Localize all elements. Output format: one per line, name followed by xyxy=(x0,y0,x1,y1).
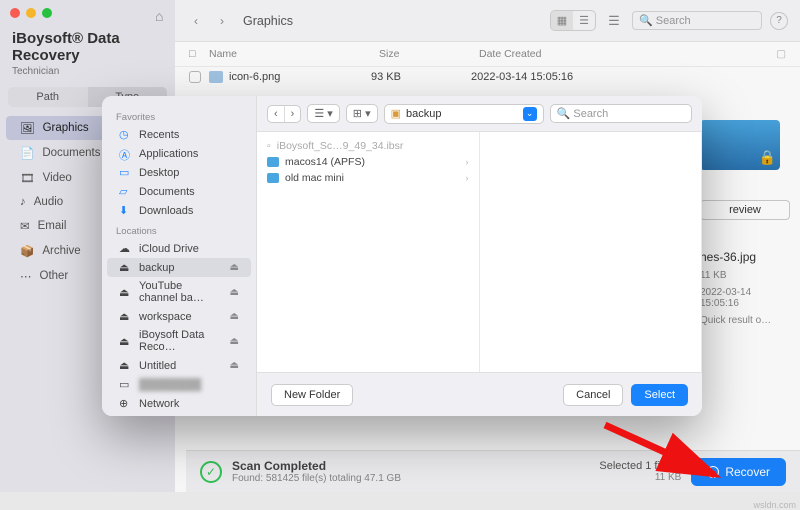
favorites-heading: Favorites xyxy=(102,106,256,125)
cancel-button[interactable]: Cancel xyxy=(563,384,623,406)
eject-icon[interactable]: ⏏ xyxy=(230,262,239,273)
browser-column xyxy=(480,132,703,372)
sidebar-item-downloads[interactable]: ⬇Downloads xyxy=(107,201,251,220)
drive-icon: ⏏ xyxy=(119,335,132,348)
drive-icon: ⏏ xyxy=(119,286,132,299)
location-dropdown[interactable]: ▣ backup ⌄ xyxy=(384,104,544,124)
sidebar-item-documents[interactable]: ▱Documents xyxy=(107,182,251,201)
sidebar-item-network[interactable]: ⊕Network xyxy=(107,394,251,413)
sidebar-item-applications[interactable]: ⒶApplications xyxy=(107,144,251,163)
file-icon: ▫ xyxy=(267,140,271,152)
dialog-sidebar: Favorites ◷Recents ⒶApplications ▭Deskto… xyxy=(102,96,257,416)
back-icon[interactable]: ‹ xyxy=(268,106,285,122)
eject-icon[interactable]: ⏏ xyxy=(230,287,239,298)
save-dialog: Favorites ◷Recents ⒶApplications ▭Deskto… xyxy=(102,96,702,416)
column-browser: ▫iBoysoft_Sc…9_49_34.ibsr macos14 (APFS)… xyxy=(257,132,702,372)
watermark: wsldn.com xyxy=(753,500,796,510)
sidebar-item-workspace[interactable]: ⏏workspace⏏ xyxy=(107,307,251,326)
drive-icon: ⏏ xyxy=(119,359,132,372)
nav-buttons[interactable]: ‹› xyxy=(267,105,301,123)
list-item[interactable]: ▫iBoysoft_Sc…9_49_34.ibsr xyxy=(257,138,479,154)
sidebar-item-blurred[interactable]: ▭████████ xyxy=(107,375,251,394)
desktop-icon: ▭ xyxy=(119,166,132,179)
new-folder-button[interactable]: New Folder xyxy=(271,384,353,406)
screen-icon: ▭ xyxy=(119,378,132,391)
grid-icon[interactable]: ⊞ ▾ xyxy=(347,105,377,122)
folder-icon: ▣ xyxy=(391,107,401,120)
locations-heading: Locations xyxy=(102,220,256,239)
apps-icon: Ⓐ xyxy=(119,147,132,160)
group-mode[interactable]: ⊞ ▾ xyxy=(346,104,378,123)
select-button[interactable]: Select xyxy=(631,384,688,406)
columns-icon[interactable]: ☰ ▾ xyxy=(308,105,338,122)
sidebar-item-iboysoft[interactable]: ⏏iBoysoft Data Reco…⏏ xyxy=(107,326,251,356)
view-mode[interactable]: ☰ ▾ xyxy=(307,104,339,123)
sidebar-item-youtube[interactable]: ⏏YouTube channel ba…⏏ xyxy=(107,277,251,307)
clock-icon: ◷ xyxy=(119,128,132,141)
eject-icon[interactable]: ⏏ xyxy=(230,311,239,322)
dialog-toolbar: ‹› ☰ ▾ ⊞ ▾ ▣ backup ⌄ 🔍 Search xyxy=(257,96,702,132)
sidebar-item-recents[interactable]: ◷Recents xyxy=(107,125,251,144)
list-item[interactable]: macos14 (APFS)› xyxy=(257,154,479,170)
chevron-down-icon: ⌄ xyxy=(523,107,537,121)
eject-icon[interactable]: ⏏ xyxy=(230,360,239,371)
browser-column: ▫iBoysoft_Sc…9_49_34.ibsr macos14 (APFS)… xyxy=(257,132,480,372)
dialog-footer: New Folder Cancel Select xyxy=(257,372,702,416)
download-icon: ⬇ xyxy=(119,204,132,217)
drive-icon: ⏏ xyxy=(119,261,132,274)
sidebar-item-backup[interactable]: ⏏backup⏏ xyxy=(107,258,251,277)
drive-icon: ⏏ xyxy=(119,310,132,323)
dialog-main: ‹› ☰ ▾ ⊞ ▾ ▣ backup ⌄ 🔍 Search ▫iBoysoft… xyxy=(257,96,702,416)
folder-icon xyxy=(267,157,279,167)
doc-icon: ▱ xyxy=(119,185,132,198)
chevron-right-icon: › xyxy=(466,173,469,183)
cloud-icon: ☁ xyxy=(119,242,132,255)
sidebar-item-untitled[interactable]: ⏏Untitled⏏ xyxy=(107,356,251,375)
eject-icon[interactable]: ⏏ xyxy=(230,336,239,347)
list-item[interactable]: old mac mini› xyxy=(257,170,479,186)
forward-icon[interactable]: › xyxy=(285,106,301,122)
sidebar-item-desktop[interactable]: ▭Desktop xyxy=(107,163,251,182)
chevron-right-icon: › xyxy=(466,157,469,167)
folder-icon xyxy=(267,173,279,183)
sidebar-item-icloud[interactable]: ☁iCloud Drive xyxy=(107,239,251,258)
globe-icon: ⊕ xyxy=(119,397,132,410)
dialog-search-input[interactable]: 🔍 Search xyxy=(550,104,692,123)
